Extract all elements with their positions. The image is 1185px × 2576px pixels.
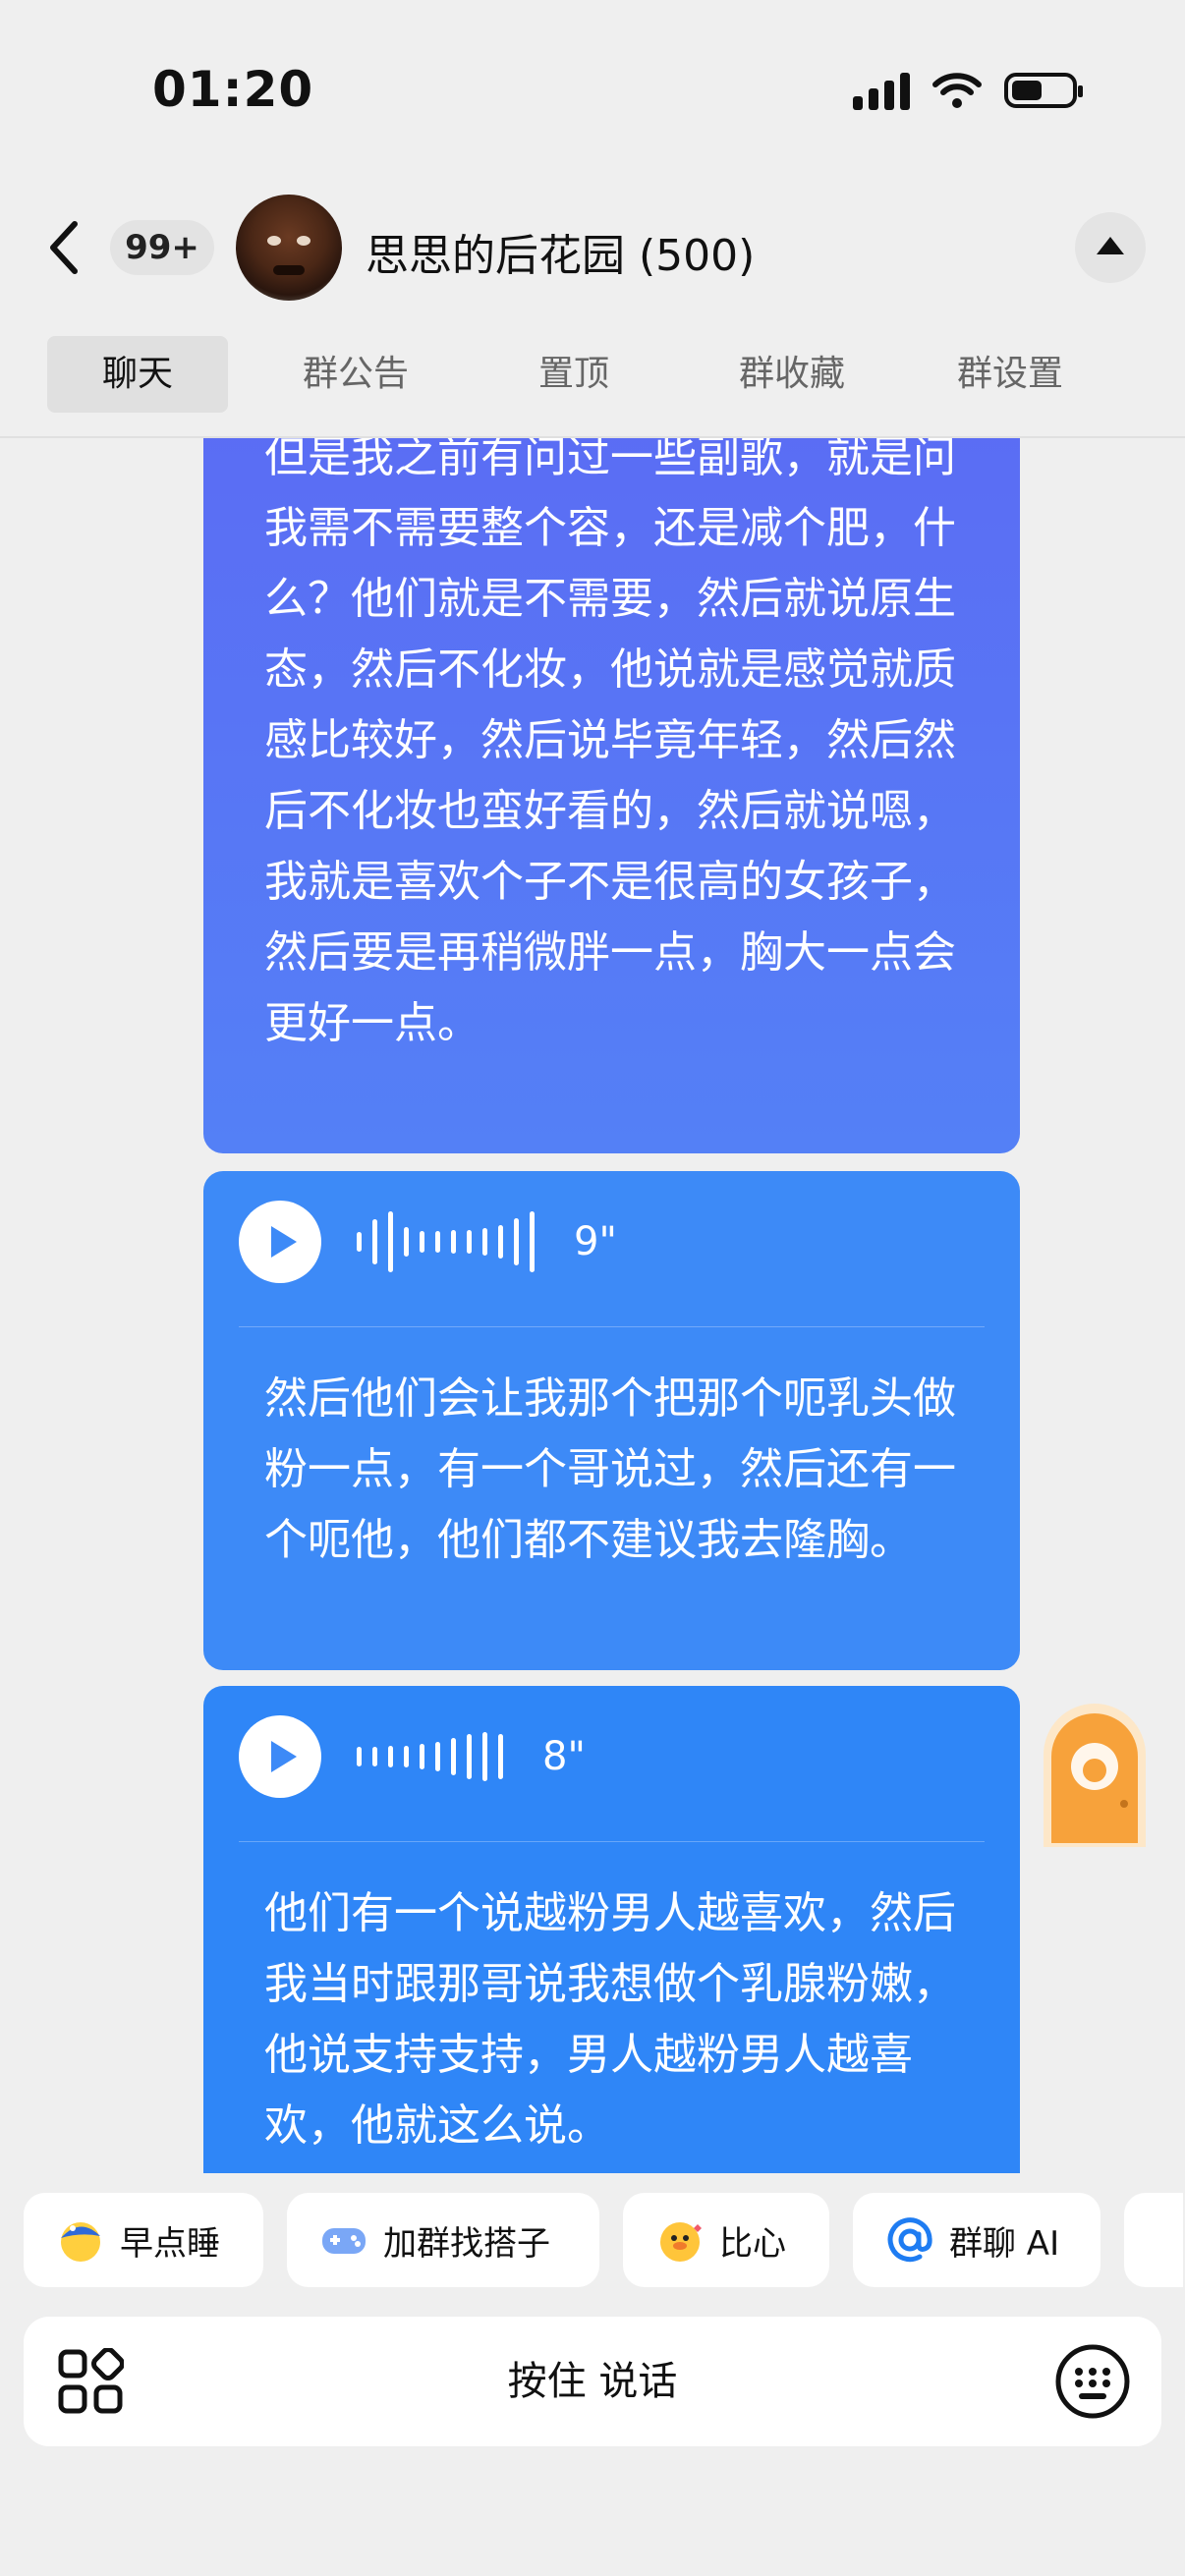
text-message-bubble[interactable]: 但是我之前有问过一些副歌，就是问我需不需要整个容，还是减个肥，什么？他们就是不需… bbox=[203, 438, 1020, 1153]
hold-to-talk-button[interactable]: 按住 说话 bbox=[24, 2317, 1161, 2446]
cellular-signal-icon bbox=[853, 71, 910, 110]
group-avatar[interactable] bbox=[236, 195, 342, 301]
tab-favorites[interactable]: 群收藏 bbox=[702, 336, 882, 413]
voice-duration: 9" bbox=[574, 1219, 617, 1264]
quick-action-label: 群聊 AI bbox=[949, 2223, 1060, 2264]
at-sign-icon bbox=[884, 2214, 935, 2266]
quick-action-label: 加群找搭子 bbox=[383, 2223, 550, 2264]
voice-player: 9" bbox=[239, 1201, 617, 1283]
group-title[interactable]: 思思的后花园 (500) bbox=[366, 220, 755, 283]
collapse-up-button[interactable] bbox=[1075, 212, 1146, 283]
tab-settings[interactable]: 群设置 bbox=[920, 336, 1100, 413]
voice-transcript: 他们有一个说越粉男人越喜欢，然后我当时跟那哥说我想做个乳腺粉嫩，他说支持支持，男… bbox=[264, 1888, 956, 2151]
quick-action-group-ai[interactable]: 群聊 AI bbox=[853, 2193, 1100, 2287]
tab-chat[interactable]: 聊天 bbox=[47, 336, 228, 413]
waveform-icon bbox=[357, 1725, 503, 1788]
battery-icon bbox=[1004, 73, 1083, 108]
waveform-icon bbox=[357, 1210, 535, 1273]
quick-action-finger-heart[interactable]: 比心 bbox=[623, 2193, 829, 2287]
chat-area[interactable]: 但是我之前有问过一些副歌，就是问我需不需要整个容，还是减个肥，什么？他们就是不需… bbox=[0, 438, 1185, 2173]
quick-action-label: 早点睡 bbox=[120, 2223, 220, 2264]
tab-pinned[interactable]: 置顶 bbox=[483, 336, 664, 413]
voice-duration: 8" bbox=[542, 1734, 586, 1779]
input-bar: 按住 说话 bbox=[24, 2317, 1161, 2446]
quick-actions: 早点睡 加群找搭子 比心 群聊 AI bbox=[24, 2193, 1183, 2287]
keyboard-icon[interactable] bbox=[1053, 2342, 1132, 2421]
voice-message-bubble[interactable]: 9" 然后他们会让我那个把那个呃乳头做粉一点，有一个哥说过，然后还有一个呃他，他… bbox=[203, 1171, 1020, 1670]
voice-message-bubble[interactable]: 8" 他们有一个说越粉男人越喜欢，然后我当时跟那哥说我想做个乳腺粉嫩，他说支持支… bbox=[203, 1686, 1020, 2173]
tab-announcement[interactable]: 群公告 bbox=[265, 336, 446, 413]
transcript-divider bbox=[239, 1326, 985, 1327]
heart-duck-icon bbox=[654, 2214, 705, 2266]
quick-action-sleep-early[interactable]: 早点睡 bbox=[24, 2193, 263, 2287]
voice-transcript: 然后他们会让我那个把那个呃乳头做粉一点，有一个哥说过，然后还有一个呃他，他们都不… bbox=[264, 1373, 956, 1565]
unread-count-badge[interactable]: 99+ bbox=[110, 220, 214, 275]
sleep-planet-icon bbox=[55, 2214, 106, 2266]
transcript-divider bbox=[239, 1841, 985, 1842]
wifi-icon bbox=[932, 73, 982, 108]
status-time: 01:20 bbox=[152, 61, 314, 118]
door-icon[interactable] bbox=[1034, 1694, 1156, 1851]
quick-action-more[interactable] bbox=[1124, 2193, 1183, 2287]
status-icons bbox=[853, 71, 1083, 110]
quick-action-find-buddy[interactable]: 加群找搭子 bbox=[287, 2193, 599, 2287]
play-icon[interactable] bbox=[239, 1201, 321, 1283]
message-text: 但是我之前有问过一些副歌，就是问我需不需要整个容，还是减个肥，什么？他们就是不需… bbox=[264, 438, 956, 1048]
voice-player: 8" bbox=[239, 1715, 586, 1798]
back-arrow-icon[interactable] bbox=[41, 218, 90, 277]
group-tabs: 聊天 群公告 置顶 群收藏 群设置 bbox=[47, 336, 1138, 413]
quick-action-label: 比心 bbox=[719, 2223, 786, 2264]
play-icon[interactable] bbox=[239, 1715, 321, 1798]
gamepad-icon bbox=[318, 2214, 369, 2266]
